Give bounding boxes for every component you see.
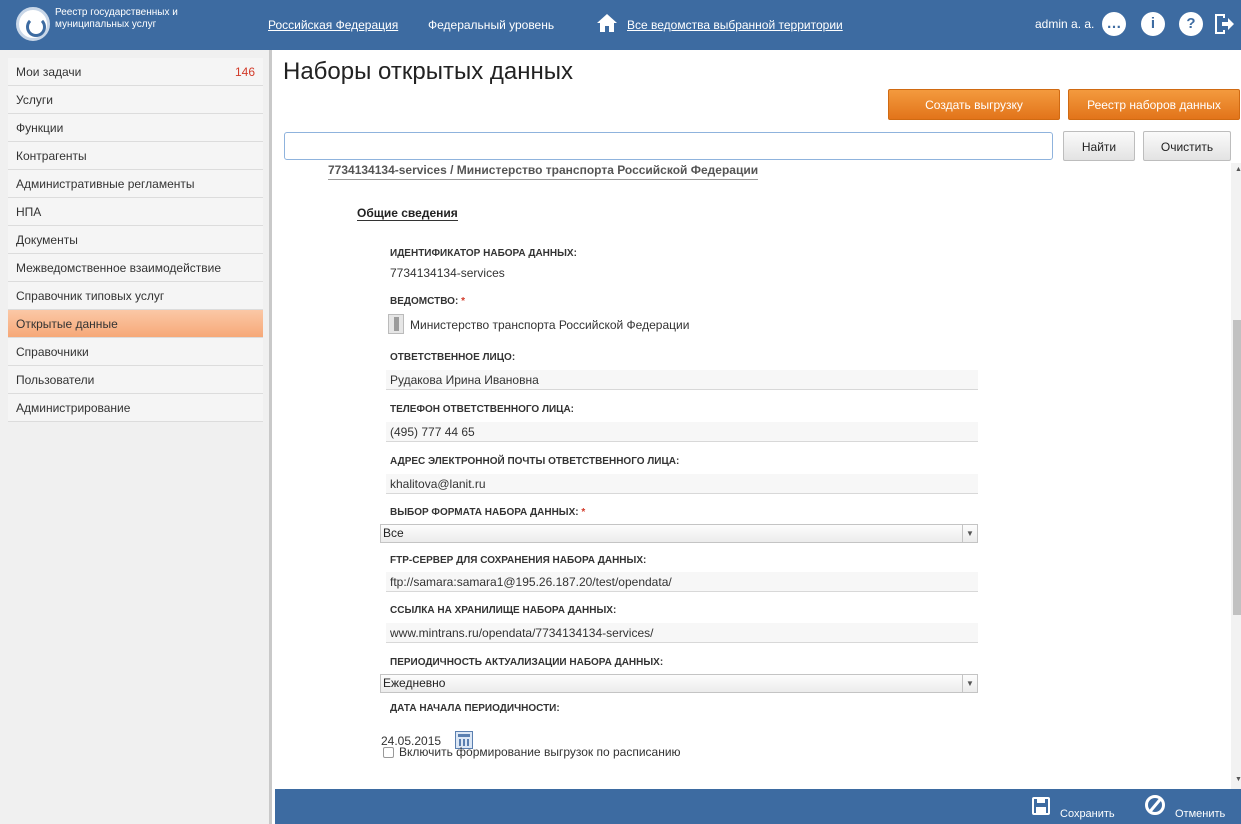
department-label: ВЕДОМСТВО: *	[390, 296, 465, 307]
sidebar-item-tasks[interactable]: Мои задачи 146	[8, 58, 263, 86]
cancel-icon[interactable]	[1145, 795, 1165, 815]
periodicity-label: ПЕРИОДИЧНОСТЬ АКТУАЛИЗАЦИИ НАБОРА ДАННЫХ…	[390, 657, 664, 668]
sidebar-item-open-data[interactable]: Открытые данные	[8, 310, 263, 338]
cancel-button[interactable]: Отменить	[1175, 808, 1225, 820]
sidebar-item-label: Услуги	[16, 93, 53, 107]
form-content: 7734134134-services / Министерство транс…	[284, 163, 1230, 789]
storage-link-label: ССЫЛКА НА ХРАНИЛИЩЕ НАБОРА ДАННЫХ:	[390, 605, 617, 616]
sidebar-item-label: Пользователи	[16, 373, 95, 387]
schedule-checkbox[interactable]	[383, 747, 394, 758]
phone-label: ТЕЛЕФОН ОТВЕТСТВЕННОГО ЛИЦА:	[390, 404, 575, 415]
sidebar-item-directories[interactable]: Справочники	[8, 338, 263, 366]
dataset-registry-button[interactable]: Реестр наборов данных	[1068, 89, 1240, 120]
department-label-text: ВЕДОМСТВО:	[390, 296, 459, 307]
home-icon[interactable]	[596, 13, 618, 33]
search-input[interactable]	[284, 132, 1053, 160]
exit-icon[interactable]	[1213, 12, 1235, 36]
sidebar-item-label: Открытые данные	[16, 317, 118, 331]
chat-icon[interactable]: …	[1102, 12, 1126, 36]
sidebar-item-label: Межведомственное взаимодействие	[16, 261, 222, 275]
sidebar-item-typical-services[interactable]: Справочник типовых услуг	[8, 282, 263, 310]
sidebar-item-label: НПА	[16, 205, 42, 219]
sidebar-item-label: Мои задачи	[16, 65, 82, 79]
sidebar-menu: Мои задачи 146 Услуги Функции Контрагенты…	[8, 58, 263, 422]
sidebar-item-interagency[interactable]: Межведомственное взаимодействие	[8, 254, 263, 282]
save-button[interactable]: Сохранить	[1060, 808, 1115, 820]
departments-link[interactable]: Все ведомства выбранной территории	[627, 18, 843, 32]
sidebar-item-label: Справочники	[16, 345, 89, 359]
chevron-down-icon[interactable]: ▼	[962, 525, 977, 542]
create-export-button[interactable]: Создать выгрузку	[888, 89, 1060, 120]
format-select-value: Все	[383, 526, 404, 540]
sidebar-item-label: Функции	[16, 121, 64, 135]
format-label: ВЫБОР ФОРМАТА НАБОРА ДАННЫХ: *	[390, 507, 585, 518]
page-title: Наборы открытых данных	[283, 58, 573, 85]
top-bar: Реестр государственных и муниципальных у…	[0, 0, 1241, 50]
sidebar-item-administration[interactable]: Администрирование	[8, 394, 263, 422]
scroll-up-arrow-icon[interactable]: ▲	[1235, 166, 1241, 173]
logo-text[interactable]: Реестр государственных и муниципальных у…	[55, 7, 185, 31]
sidebar-item-contractors[interactable]: Контрагенты	[8, 142, 263, 170]
responsible-person-label: ОТВЕТСТВЕННОЕ ЛИЦО:	[390, 352, 516, 363]
sidebar-item-regulations[interactable]: Административные регламенты	[8, 170, 263, 198]
department-icon	[388, 314, 404, 334]
storage-link-field[interactable]: www.mintrans.ru/opendata/7734134134-serv…	[386, 623, 978, 643]
scroll-down-arrow-icon[interactable]: ▼	[1235, 776, 1241, 783]
sidebar-item-npa[interactable]: НПА	[8, 198, 263, 226]
tasks-count-badge: 146	[234, 65, 255, 79]
sidebar-item-users[interactable]: Пользователи	[8, 366, 263, 394]
section-title[interactable]: Общие сведения	[357, 206, 458, 221]
ftp-field[interactable]: ftp://samara:samara1@195.26.187.20/test/…	[386, 572, 978, 592]
chevron-down-icon[interactable]: ▼	[962, 675, 977, 692]
required-mark: *	[461, 296, 465, 307]
clear-button[interactable]: Очистить	[1143, 131, 1231, 161]
find-button[interactable]: Найти	[1063, 131, 1135, 161]
sidebar-item-label: Документы	[16, 233, 78, 247]
user-name[interactable]: admin a. a.	[1035, 17, 1094, 31]
periodicity-select[interactable]: Ежедневно ▼	[380, 674, 978, 693]
department-value: Министерство транспорта Российской Федер…	[410, 318, 690, 332]
schedule-checkbox-label[interactable]: Включить формирование выгрузок по распис…	[399, 745, 681, 759]
sidebar-item-functions[interactable]: Функции	[8, 114, 263, 142]
required-mark: *	[581, 507, 586, 518]
sidebar-item-services[interactable]: Услуги	[8, 86, 263, 114]
sidebar: Мои задачи 146 Услуги Функции Контрагенты…	[0, 50, 272, 824]
sidebar-item-documents[interactable]: Документы	[8, 226, 263, 254]
dataset-id-label: ИДЕНТИФИКАТОР НАБОРА ДАННЫХ:	[390, 248, 577, 259]
email-label: АДРЕС ЭЛЕКТРОННОЙ ПОЧТЫ ОТВЕТСТВЕННОГО Л…	[390, 456, 680, 467]
info-icon[interactable]: i	[1141, 12, 1165, 36]
region-link[interactable]: Российская Федерация	[268, 18, 398, 32]
ftp-label: FTP-СЕРВЕР ДЛЯ СОХРАНЕНИЯ НАБОРА ДАННЫХ:	[390, 555, 647, 566]
periodicity-select-value: Ежедневно	[383, 676, 446, 690]
sidebar-item-label: Административные регламенты	[16, 177, 195, 191]
format-label-text: ВЫБОР ФОРМАТА НАБОРА ДАННЫХ:	[390, 507, 579, 518]
sidebar-item-label: Администрирование	[16, 401, 131, 415]
level-link[interactable]: Федеральный уровень	[428, 18, 554, 32]
breadcrumb[interactable]: 7734134134-services / Министерство транс…	[328, 163, 759, 180]
dataset-id-value: 7734134134-services	[390, 266, 505, 280]
email-field[interactable]: khalitova@lanit.ru	[386, 474, 978, 494]
sidebar-item-label: Контрагенты	[16, 149, 87, 163]
help-icon[interactable]: ?	[1179, 12, 1203, 36]
responsible-person-field[interactable]: Рудакова Ирина Ивановна	[386, 370, 978, 390]
phone-field[interactable]: (495) 777 44 65	[386, 422, 978, 442]
start-date-label: ДАТА НАЧАЛА ПЕРИОДИЧНОСТИ:	[390, 703, 560, 714]
format-select[interactable]: Все ▼	[380, 524, 978, 543]
sidebar-item-label: Справочник типовых услуг	[16, 289, 165, 303]
save-icon[interactable]	[1032, 797, 1050, 815]
scrollbar-thumb[interactable]	[1233, 320, 1241, 615]
logo-icon[interactable]	[16, 7, 50, 41]
